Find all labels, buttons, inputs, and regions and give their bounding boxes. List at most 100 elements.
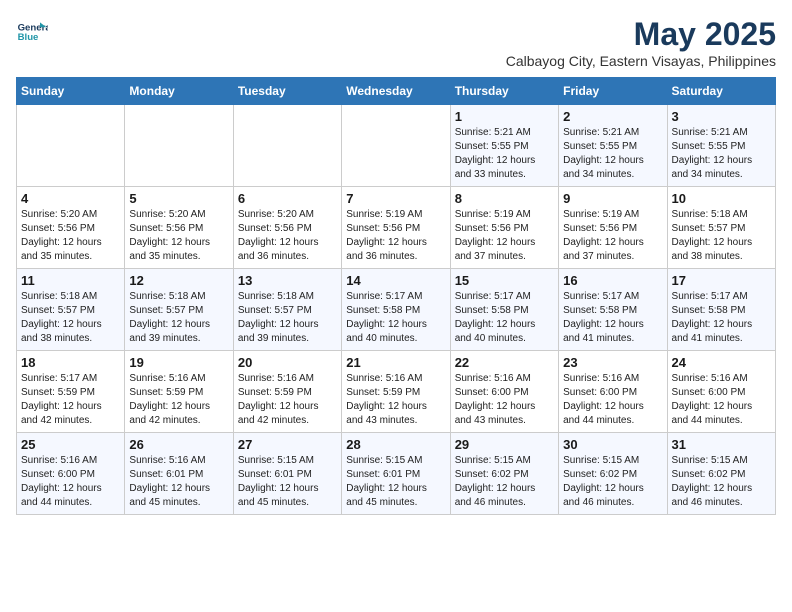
day-number: 11 — [21, 273, 120, 288]
day-info: Sunrise: 5:16 AM Sunset: 5:59 PM Dayligh… — [238, 372, 337, 428]
logo: General Blue — [16, 16, 48, 48]
day-number: 30 — [563, 437, 662, 452]
svg-text:Blue: Blue — [18, 32, 39, 43]
calendar-cell: 23 Sunrise: 5:16 AM Sunset: 6:00 PM Dayli… — [559, 351, 667, 433]
day-number: 7 — [346, 191, 445, 206]
day-number: 28 — [346, 437, 445, 452]
day-info: Sunrise: 5:16 AM Sunset: 6:00 PM Dayligh… — [21, 454, 120, 510]
day-number: 19 — [129, 355, 228, 370]
calendar-cell: 16 Sunrise: 5:17 AM Sunset: 5:58 PM Dayli… — [559, 269, 667, 351]
day-number: 12 — [129, 273, 228, 288]
day-info: Sunrise: 5:15 AM Sunset: 6:02 PM Dayligh… — [672, 454, 771, 510]
day-number: 27 — [238, 437, 337, 452]
day-info: Sunrise: 5:21 AM Sunset: 5:55 PM Dayligh… — [672, 126, 771, 182]
weekday-header-row: SundayMondayTuesdayWednesdayThursdayFrid… — [17, 78, 776, 105]
day-number: 13 — [238, 273, 337, 288]
subtitle: Calbayog City, Eastern Visayas, Philippi… — [506, 53, 776, 69]
calendar: SundayMondayTuesdayWednesdayThursdayFrid… — [16, 77, 776, 515]
day-info: Sunrise: 5:20 AM Sunset: 5:56 PM Dayligh… — [129, 208, 228, 264]
day-number: 20 — [238, 355, 337, 370]
day-info: Sunrise: 5:19 AM Sunset: 5:56 PM Dayligh… — [455, 208, 554, 264]
day-info: Sunrise: 5:17 AM Sunset: 5:58 PM Dayligh… — [346, 290, 445, 346]
day-number: 25 — [21, 437, 120, 452]
day-info: Sunrise: 5:20 AM Sunset: 5:56 PM Dayligh… — [238, 208, 337, 264]
calendar-cell: 27 Sunrise: 5:15 AM Sunset: 6:01 PM Dayli… — [233, 433, 341, 515]
calendar-cell: 12 Sunrise: 5:18 AM Sunset: 5:57 PM Dayli… — [125, 269, 233, 351]
day-number: 3 — [672, 109, 771, 124]
calendar-cell: 4 Sunrise: 5:20 AM Sunset: 5:56 PM Daylig… — [17, 187, 125, 269]
calendar-week-row: 4 Sunrise: 5:20 AM Sunset: 5:56 PM Daylig… — [17, 187, 776, 269]
calendar-cell: 24 Sunrise: 5:16 AM Sunset: 6:00 PM Dayli… — [667, 351, 775, 433]
calendar-cell: 22 Sunrise: 5:16 AM Sunset: 6:00 PM Dayli… — [450, 351, 558, 433]
day-number: 16 — [563, 273, 662, 288]
day-info: Sunrise: 5:16 AM Sunset: 6:00 PM Dayligh… — [455, 372, 554, 428]
day-number: 23 — [563, 355, 662, 370]
day-number: 14 — [346, 273, 445, 288]
title-block: May 2025 Calbayog City, Eastern Visayas,… — [506, 16, 776, 69]
calendar-cell: 18 Sunrise: 5:17 AM Sunset: 5:59 PM Dayli… — [17, 351, 125, 433]
day-number: 9 — [563, 191, 662, 206]
day-number: 26 — [129, 437, 228, 452]
calendar-cell: 21Sunrise: 5:16 AM Sunset: 5:59 PM Dayli… — [342, 351, 450, 433]
calendar-cell: 25 Sunrise: 5:16 AM Sunset: 6:00 PM Dayli… — [17, 433, 125, 515]
day-info: Sunrise: 5:17 AM Sunset: 5:58 PM Dayligh… — [672, 290, 771, 346]
calendar-cell: 29 Sunrise: 5:15 AM Sunset: 6:02 PM Dayli… — [450, 433, 558, 515]
calendar-cell: 10Sunrise: 5:18 AM Sunset: 5:57 PM Dayli… — [667, 187, 775, 269]
weekday-header: Thursday — [450, 78, 558, 105]
calendar-week-row: 18 Sunrise: 5:17 AM Sunset: 5:59 PM Dayli… — [17, 351, 776, 433]
calendar-cell: 9 Sunrise: 5:19 AM Sunset: 5:56 PM Daylig… — [559, 187, 667, 269]
calendar-week-row: 11 Sunrise: 5:18 AM Sunset: 5:57 PM Dayli… — [17, 269, 776, 351]
day-number: 4 — [21, 191, 120, 206]
calendar-cell — [233, 105, 341, 187]
day-number: 15 — [455, 273, 554, 288]
calendar-cell: 5 Sunrise: 5:20 AM Sunset: 5:56 PM Daylig… — [125, 187, 233, 269]
calendar-cell: 14 Sunrise: 5:17 AM Sunset: 5:58 PM Dayli… — [342, 269, 450, 351]
calendar-cell: 1Sunrise: 5:21 AM Sunset: 5:55 PM Daylig… — [450, 105, 558, 187]
day-info: Sunrise: 5:15 AM Sunset: 6:02 PM Dayligh… — [455, 454, 554, 510]
calendar-cell: 30 Sunrise: 5:15 AM Sunset: 6:02 PM Dayli… — [559, 433, 667, 515]
calendar-cell: 15 Sunrise: 5:17 AM Sunset: 5:58 PM Dayli… — [450, 269, 558, 351]
day-info: Sunrise: 5:18 AM Sunset: 5:57 PM Dayligh… — [21, 290, 120, 346]
day-info: Sunrise: 5:17 AM Sunset: 5:58 PM Dayligh… — [455, 290, 554, 346]
logo-icon: General Blue — [16, 16, 48, 48]
day-number: 24 — [672, 355, 771, 370]
day-info: Sunrise: 5:21 AM Sunset: 5:55 PM Dayligh… — [563, 126, 662, 182]
day-number: 8 — [455, 191, 554, 206]
calendar-cell: 26Sunrise: 5:16 AM Sunset: 6:01 PM Dayli… — [125, 433, 233, 515]
day-info: Sunrise: 5:19 AM Sunset: 5:56 PM Dayligh… — [563, 208, 662, 264]
day-info: Sunrise: 5:15 AM Sunset: 6:01 PM Dayligh… — [238, 454, 337, 510]
day-info: Sunrise: 5:17 AM Sunset: 5:59 PM Dayligh… — [21, 372, 120, 428]
day-info: Sunrise: 5:17 AM Sunset: 5:58 PM Dayligh… — [563, 290, 662, 346]
weekday-header: Monday — [125, 78, 233, 105]
calendar-cell: 28 Sunrise: 5:15 AM Sunset: 6:01 PM Dayli… — [342, 433, 450, 515]
day-info: Sunrise: 5:16 AM Sunset: 6:00 PM Dayligh… — [672, 372, 771, 428]
day-number: 18 — [21, 355, 120, 370]
calendar-cell — [125, 105, 233, 187]
calendar-cell: 17Sunrise: 5:17 AM Sunset: 5:58 PM Dayli… — [667, 269, 775, 351]
day-number: 5 — [129, 191, 228, 206]
day-info: Sunrise: 5:15 AM Sunset: 6:01 PM Dayligh… — [346, 454, 445, 510]
day-number: 29 — [455, 437, 554, 452]
day-info: Sunrise: 5:15 AM Sunset: 6:02 PM Dayligh… — [563, 454, 662, 510]
weekday-header: Wednesday — [342, 78, 450, 105]
day-number: 22 — [455, 355, 554, 370]
day-info: Sunrise: 5:18 AM Sunset: 5:57 PM Dayligh… — [672, 208, 771, 264]
weekday-header: Sunday — [17, 78, 125, 105]
day-number: 21 — [346, 355, 445, 370]
calendar-cell: 3 Sunrise: 5:21 AM Sunset: 5:55 PM Daylig… — [667, 105, 775, 187]
day-info: Sunrise: 5:20 AM Sunset: 5:56 PM Dayligh… — [21, 208, 120, 264]
day-number: 6 — [238, 191, 337, 206]
day-info: Sunrise: 5:21 AM Sunset: 5:55 PM Dayligh… — [455, 126, 554, 182]
day-info: Sunrise: 5:16 AM Sunset: 5:59 PM Dayligh… — [129, 372, 228, 428]
day-number: 2 — [563, 109, 662, 124]
calendar-week-row: 1Sunrise: 5:21 AM Sunset: 5:55 PM Daylig… — [17, 105, 776, 187]
day-info: Sunrise: 5:18 AM Sunset: 5:57 PM Dayligh… — [129, 290, 228, 346]
calendar-cell: 6 Sunrise: 5:20 AM Sunset: 5:56 PM Daylig… — [233, 187, 341, 269]
day-info: Sunrise: 5:16 AM Sunset: 6:00 PM Dayligh… — [563, 372, 662, 428]
calendar-cell: 7Sunrise: 5:19 AM Sunset: 5:56 PM Daylig… — [342, 187, 450, 269]
calendar-cell: 20 Sunrise: 5:16 AM Sunset: 5:59 PM Dayli… — [233, 351, 341, 433]
calendar-cell: 13Sunrise: 5:18 AM Sunset: 5:57 PM Dayli… — [233, 269, 341, 351]
weekday-header: Saturday — [667, 78, 775, 105]
page-header: General Blue May 2025 Calbayog City, Eas… — [16, 16, 776, 69]
calendar-cell: 11 Sunrise: 5:18 AM Sunset: 5:57 PM Dayli… — [17, 269, 125, 351]
